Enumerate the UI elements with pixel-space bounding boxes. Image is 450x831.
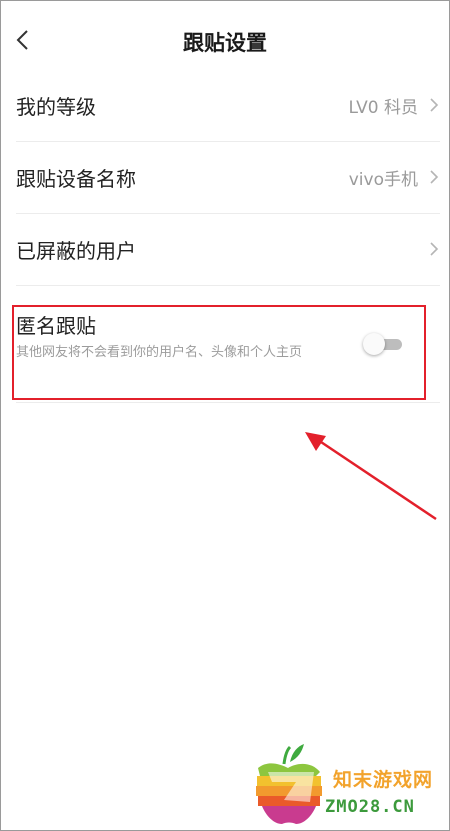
settings-item-label: 我的等级 [16, 95, 96, 119]
settings-item-device-name[interactable]: 跟贴设备名称 vivo手机 [16, 141, 440, 214]
settings-item-value: vivo手机 [348, 170, 418, 190]
watermark-logo-icon [256, 744, 322, 824]
top-bar: 跟贴设置 [0, 0, 450, 80]
annotation-highlight-box [12, 305, 426, 400]
settings-item-label: 跟贴设备名称 [16, 167, 136, 191]
settings-item-blocked-users[interactable]: 已屏蔽的用户 [16, 213, 440, 286]
settings-item-label: 已屏蔽的用户 [16, 239, 136, 263]
chevron-right-icon [430, 242, 439, 256]
chevron-right-icon [430, 170, 439, 184]
watermark-text-en: ZMO28.CN [325, 797, 415, 817]
settings-item-level[interactable]: 我的等级 LV0 科员 [16, 69, 440, 142]
settings-item-value: LV0 科员 [348, 98, 418, 118]
chevron-right-icon [430, 98, 439, 112]
page-title: 跟贴设置 [183, 31, 267, 55]
watermark-text-cn: 知末游戏网 [333, 769, 434, 791]
